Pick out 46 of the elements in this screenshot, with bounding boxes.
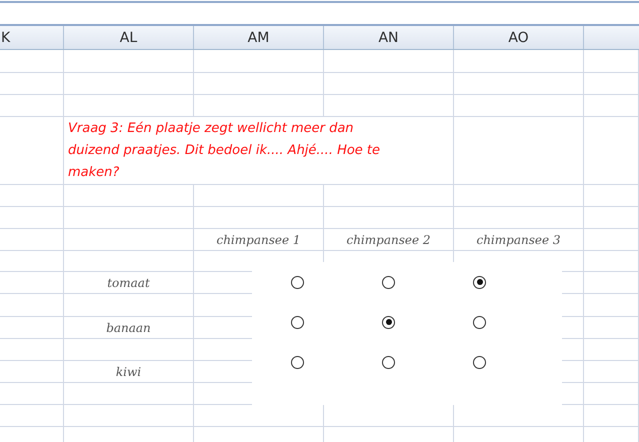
radio-button[interactable] [291, 316, 304, 328]
column-header[interactable]: AL [64, 26, 194, 49]
column-header[interactable]: AN [324, 26, 454, 49]
item-label: banaan [106, 320, 151, 334]
column-header[interactable]: K [0, 26, 64, 49]
table-cell [0, 207, 64, 229]
table-cell [584, 361, 639, 383]
table-cell [0, 50, 64, 73]
radio-button[interactable] [473, 316, 486, 328]
table-cell [584, 251, 639, 272]
table-cell [0, 383, 64, 405]
item-label: kiwi [116, 364, 142, 378]
table-cell [584, 207, 639, 229]
option-header: chimpansee 2 [346, 232, 431, 246]
table-cell [584, 117, 639, 185]
table-cell [584, 339, 639, 361]
table-cell [584, 95, 639, 117]
table-cell [584, 317, 639, 339]
radio-button[interactable] [382, 316, 395, 328]
table-cell [0, 251, 64, 272]
radio-button[interactable] [382, 356, 395, 368]
table-cell [584, 383, 639, 405]
table-cell [0, 73, 64, 95]
table-cell [0, 294, 64, 317]
question-text: Vraag 3: Eén plaatje zegt wellicht meer dan duizend praatjes. Dit bedoel ik.... Ahjé.... Hoe te maken? [67, 120, 382, 182]
table-cell [584, 272, 639, 294]
table-cell [0, 405, 64, 427]
table-cell [0, 229, 64, 251]
option-header: chimpansee 3 [476, 232, 561, 246]
radio-button[interactable] [382, 276, 395, 288]
option-header: chimpansee 1 [216, 232, 301, 246]
radio-button[interactable] [473, 276, 486, 288]
column-header[interactable]: AO [454, 26, 584, 49]
table-cell [584, 50, 639, 73]
table-cell [584, 185, 639, 207]
radio-button[interactable] [291, 276, 304, 288]
table-cell [584, 73, 639, 95]
column-header[interactable]: AM [194, 26, 324, 49]
table-cell [584, 405, 639, 427]
table-cell [0, 95, 64, 117]
radio-button[interactable] [291, 356, 304, 368]
radio-button[interactable] [473, 356, 486, 368]
table-cell [584, 294, 639, 317]
table-cell [0, 339, 64, 361]
item-label: tomaat [107, 276, 150, 290]
table-cell [0, 185, 64, 207]
